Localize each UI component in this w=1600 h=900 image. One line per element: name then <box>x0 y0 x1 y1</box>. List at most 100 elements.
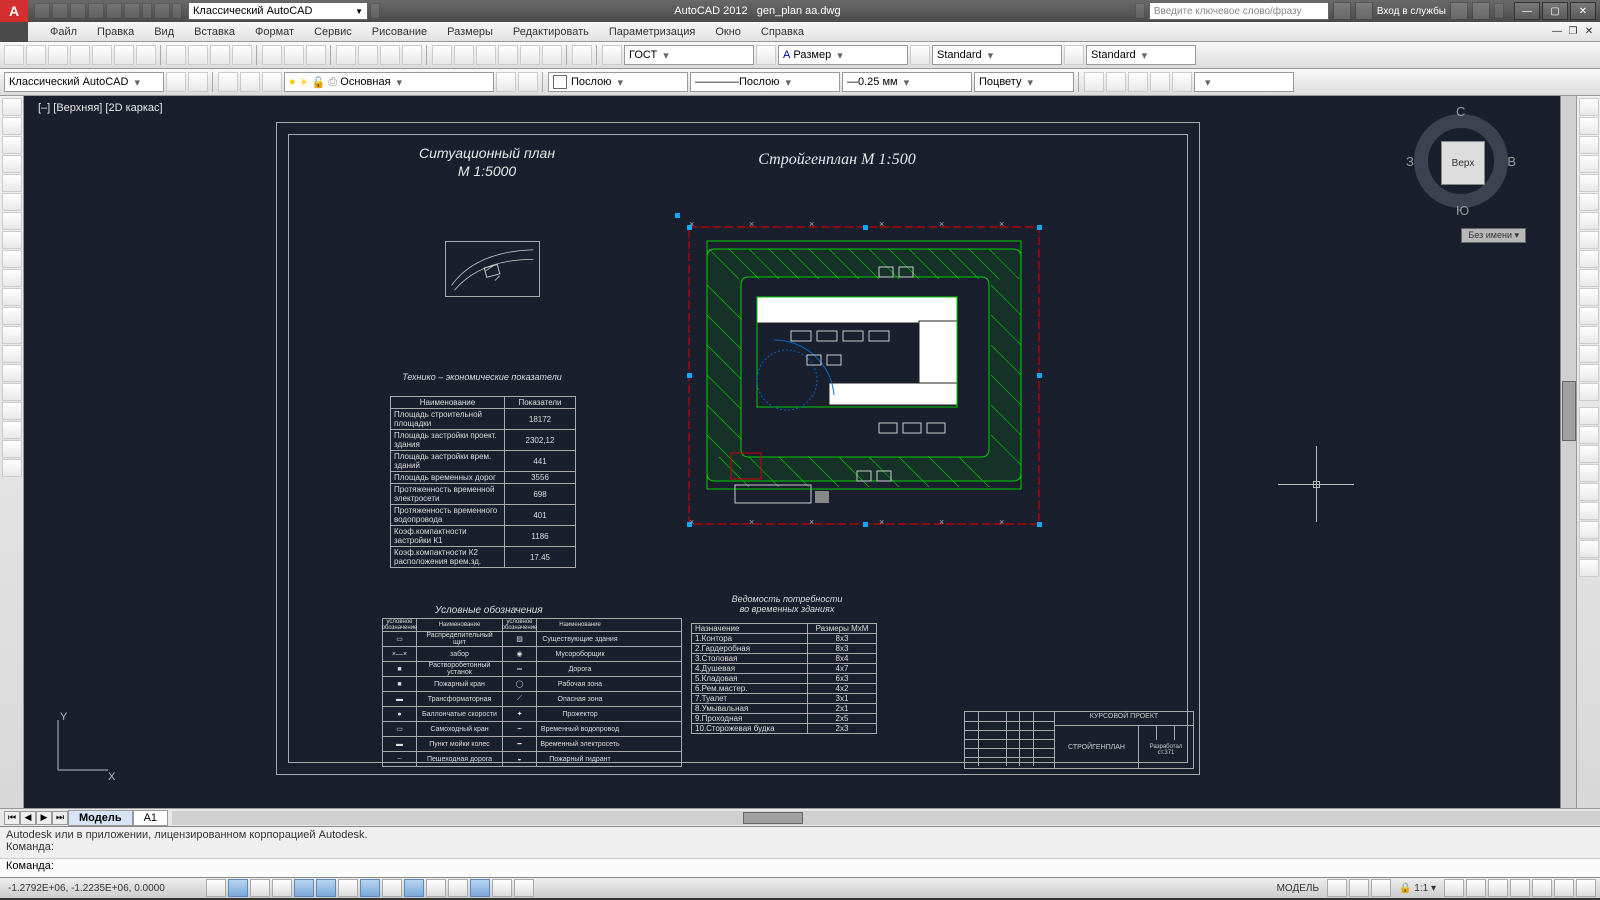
tb-properties-icon[interactable] <box>432 45 452 65</box>
qat-saveas-icon[interactable] <box>88 3 104 19</box>
arc-icon[interactable] <box>2 193 22 211</box>
tb-markup-icon[interactable] <box>520 45 540 65</box>
sb-ws-icon[interactable] <box>1488 879 1508 897</box>
tab-next-icon[interactable]: ▶ <box>36 811 52 825</box>
mirror-icon[interactable] <box>1579 136 1599 154</box>
qat-save-icon[interactable] <box>70 3 86 19</box>
sb-qv-icon[interactable] <box>1371 879 1391 897</box>
qat-new-icon[interactable] <box>34 3 50 19</box>
viewcube[interactable]: Верх С Ю В З <box>1406 106 1516 216</box>
sb-toolbar-icon[interactable] <box>1510 879 1530 897</box>
doc-minimize-button[interactable]: — <box>1550 25 1564 39</box>
sb-isolate-icon[interactable] <box>1554 879 1574 897</box>
tb-table-icon[interactable] <box>1064 45 1084 65</box>
tb-layerprev-icon[interactable] <box>518 72 538 92</box>
block-icon[interactable] <box>2 326 22 344</box>
spline-icon[interactable] <box>2 250 22 268</box>
offset-icon[interactable] <box>1579 155 1599 173</box>
status-icon[interactable] <box>1579 540 1599 558</box>
sb-polar-icon[interactable] <box>294 879 314 897</box>
lineweight-combo[interactable]: — 0.25 мм <box>842 72 972 92</box>
plotstyle-combo[interactable]: Поцвету <box>974 72 1074 92</box>
tb-pan-icon[interactable] <box>336 45 356 65</box>
tb-cut-icon[interactable] <box>166 45 186 65</box>
tb-open-icon[interactable] <box>26 45 46 65</box>
menu-window[interactable]: Окно <box>705 24 751 40</box>
sb-layout1-icon[interactable] <box>1327 879 1347 897</box>
fillet-icon[interactable] <box>1579 364 1599 382</box>
sb-transp-icon[interactable] <box>448 879 468 897</box>
qat-undo-drop-icon[interactable] <box>142 3 152 19</box>
search-icon[interactable] <box>1333 2 1351 20</box>
sb-model-button[interactable]: МОДЕЛЬ <box>1271 883 1325 894</box>
sb-layout2-icon[interactable] <box>1349 879 1369 897</box>
sb-am-icon[interactable] <box>514 879 534 897</box>
sb-sc-icon[interactable] <box>492 879 512 897</box>
hatch-icon[interactable] <box>2 364 22 382</box>
menu-format[interactable]: Формат <box>245 24 304 40</box>
menu-tools[interactable]: Сервис <box>304 24 362 40</box>
join-icon[interactable] <box>1579 326 1599 344</box>
table-icon[interactable] <box>2 421 22 439</box>
ellipse-icon[interactable] <box>2 269 22 287</box>
extend-icon[interactable] <box>1579 288 1599 306</box>
viewcube-top-face[interactable]: Верх <box>1441 141 1485 185</box>
help-icon[interactable] <box>1472 2 1490 20</box>
menu-insert[interactable]: Вставка <box>184 24 245 40</box>
help-drop-icon[interactable] <box>1494 3 1504 19</box>
tb-save-icon[interactable] <box>48 45 68 65</box>
maximize-button[interactable]: ▢ <box>1542 2 1568 20</box>
tb-calc-icon[interactable] <box>542 45 562 65</box>
qat-customize-icon[interactable] <box>370 3 380 19</box>
sb-osnap-icon[interactable] <box>316 879 336 897</box>
tb-print-icon[interactable] <box>70 45 90 65</box>
gradient-icon[interactable] <box>2 383 22 401</box>
tb-vp2-icon[interactable] <box>1106 72 1126 92</box>
menu-edit[interactable]: Правка <box>87 24 144 40</box>
ellipsearc-icon[interactable] <box>2 288 22 306</box>
menu-view[interactable]: Вид <box>144 24 184 40</box>
tab-prev-icon[interactable]: ◀ <box>20 811 36 825</box>
line-icon[interactable] <box>2 98 22 116</box>
setvar-icon[interactable] <box>1579 559 1599 577</box>
tab-model[interactable]: Модель <box>68 810 133 826</box>
menu-draw[interactable]: Рисование <box>362 24 437 40</box>
minimize-button[interactable]: — <box>1514 2 1540 20</box>
tb-toolpal-icon[interactable] <box>476 45 496 65</box>
viewport-combo[interactable] <box>1194 72 1294 92</box>
tb-vp5-icon[interactable] <box>1172 72 1192 92</box>
tb-text-icon[interactable] <box>910 45 930 65</box>
mtext-icon[interactable] <box>2 440 22 458</box>
menu-help[interactable]: Справка <box>751 24 814 40</box>
command-input[interactable]: Команда: <box>0 859 1600 877</box>
scrollbar-horizontal[interactable] <box>172 811 1600 825</box>
tb-matchprop-icon[interactable] <box>232 45 252 65</box>
tb-zoomwin-icon[interactable] <box>380 45 400 65</box>
tb-ssm-icon[interactable] <box>498 45 518 65</box>
linetype-combo[interactable]: ———— Послою <box>690 72 840 92</box>
tb-layermatch-icon[interactable] <box>496 72 516 92</box>
tb-block-icon[interactable] <box>262 45 282 65</box>
tb-vp4-icon[interactable] <box>1150 72 1170 92</box>
menu-parametric[interactable]: Параметризация <box>599 24 705 40</box>
circle-icon[interactable] <box>2 212 22 230</box>
exchange-icon[interactable] <box>1450 2 1468 20</box>
tb-ws-save-icon[interactable] <box>188 72 208 92</box>
mass-icon[interactable] <box>1579 464 1599 482</box>
scale-icon[interactable] <box>1579 231 1599 249</box>
id-icon[interactable] <box>1579 502 1599 520</box>
tb-stdstyle-icon[interactable] <box>602 45 622 65</box>
sb-hardware-icon[interactable] <box>1532 879 1552 897</box>
signin-icon[interactable] <box>1355 2 1373 20</box>
polygon-icon[interactable] <box>2 155 22 173</box>
scrollbar-vertical[interactable] <box>1560 96 1576 808</box>
sb-ortho-icon[interactable] <box>272 879 292 897</box>
tb-copy-icon[interactable] <box>188 45 208 65</box>
dim-style-combo[interactable]: A Размер <box>778 45 908 65</box>
copy-icon[interactable] <box>1579 117 1599 135</box>
tb-vp1-icon[interactable] <box>1084 72 1104 92</box>
tb-layer-icon[interactable] <box>218 72 238 92</box>
sb-annoscale[interactable]: 🔒 1:1 ▾ <box>1393 883 1442 894</box>
pline-icon[interactable] <box>2 136 22 154</box>
viewcube-tag[interactable]: Без имени ▾ <box>1461 228 1526 243</box>
